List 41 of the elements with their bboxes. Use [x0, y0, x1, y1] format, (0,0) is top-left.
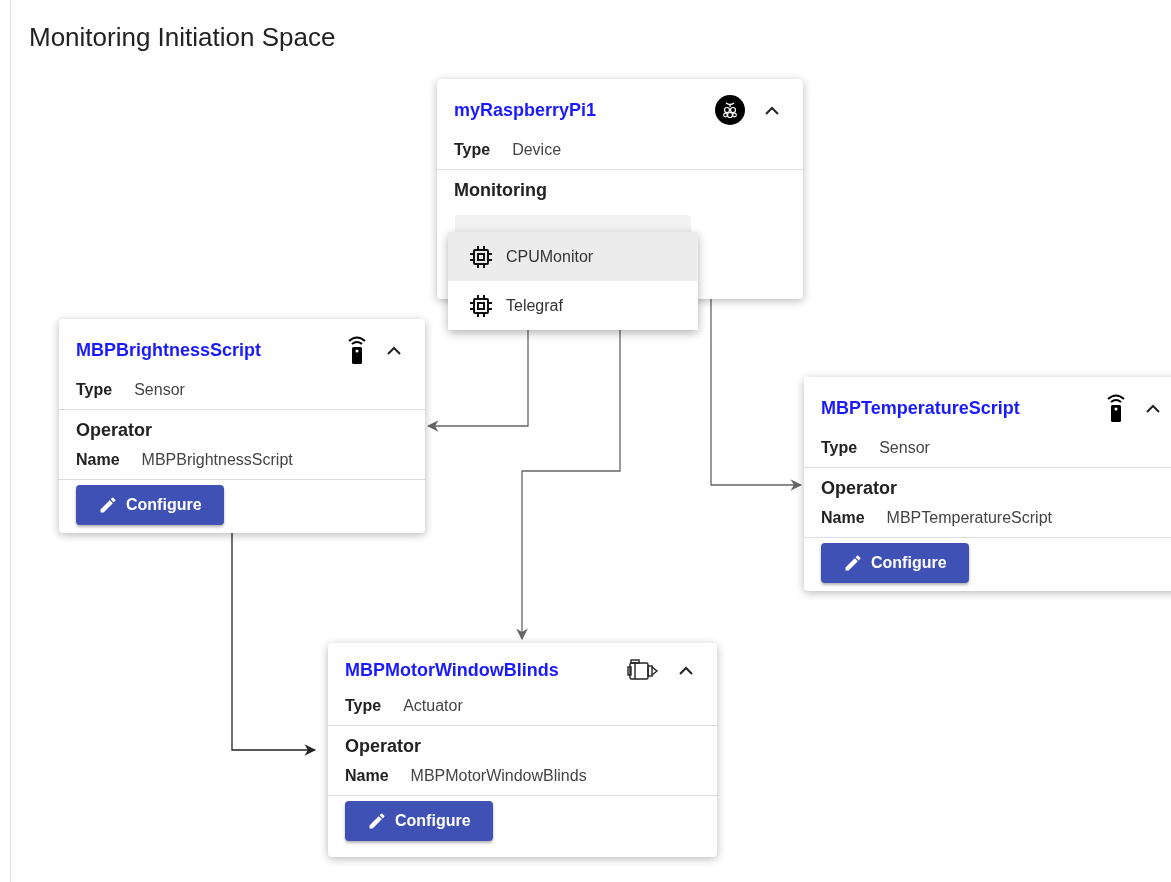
chip-icon [470, 245, 492, 268]
pencil-icon [843, 553, 863, 573]
menu-item[interactable]: CPUMonitor [448, 232, 698, 281]
motor-icon [627, 659, 659, 681]
pencil-icon [98, 495, 118, 515]
chevron-up-icon [765, 105, 779, 115]
field-value: Actuator [403, 697, 463, 715]
raspberry-icon [715, 95, 745, 125]
configure-button[interactable]: Configure [345, 801, 493, 841]
chip-icon [470, 294, 492, 317]
node-name: MBPMotorWindowBlinds [345, 659, 560, 681]
field-label: Type [821, 439, 858, 457]
field-label: Type [345, 697, 382, 715]
menu-item[interactable]: Telegraf [448, 281, 698, 330]
chevron-up-icon [679, 665, 693, 675]
chevron-up-icon [1146, 403, 1160, 413]
configure-button[interactable]: Configure [821, 543, 969, 583]
page-title: Monitoring Initiation Space [28, 21, 337, 53]
field-value: MBPTemperatureScript [886, 509, 1052, 527]
section-title: Operator [821, 478, 898, 498]
node-name: myRaspberryPi1 [454, 99, 598, 121]
section-title: Operator [76, 420, 153, 440]
field-value: MBPMotorWindowBlinds [410, 767, 587, 785]
node-name: MBPBrightnessScript [76, 339, 263, 361]
field-label: Type [454, 141, 491, 159]
field-value: Sensor [134, 381, 185, 399]
configure-button[interactable]: Configure [76, 485, 224, 525]
field-label: Name [821, 509, 865, 527]
remote-signal-icon [347, 335, 367, 365]
section-title: Monitoring [454, 180, 547, 200]
remote-signal-icon [1106, 393, 1126, 423]
field-value: Sensor [879, 439, 930, 457]
section-title: Operator [345, 736, 422, 756]
field-value: MBPBrightnessScript [141, 451, 293, 469]
chevron-up-icon [387, 345, 401, 355]
node-name: MBPTemperatureScript [821, 397, 1021, 419]
field-label: Name [76, 451, 120, 469]
field-label: Type [76, 381, 113, 399]
pencil-icon [367, 811, 387, 831]
field-value: Device [512, 141, 562, 159]
field-label: Name [345, 767, 389, 785]
